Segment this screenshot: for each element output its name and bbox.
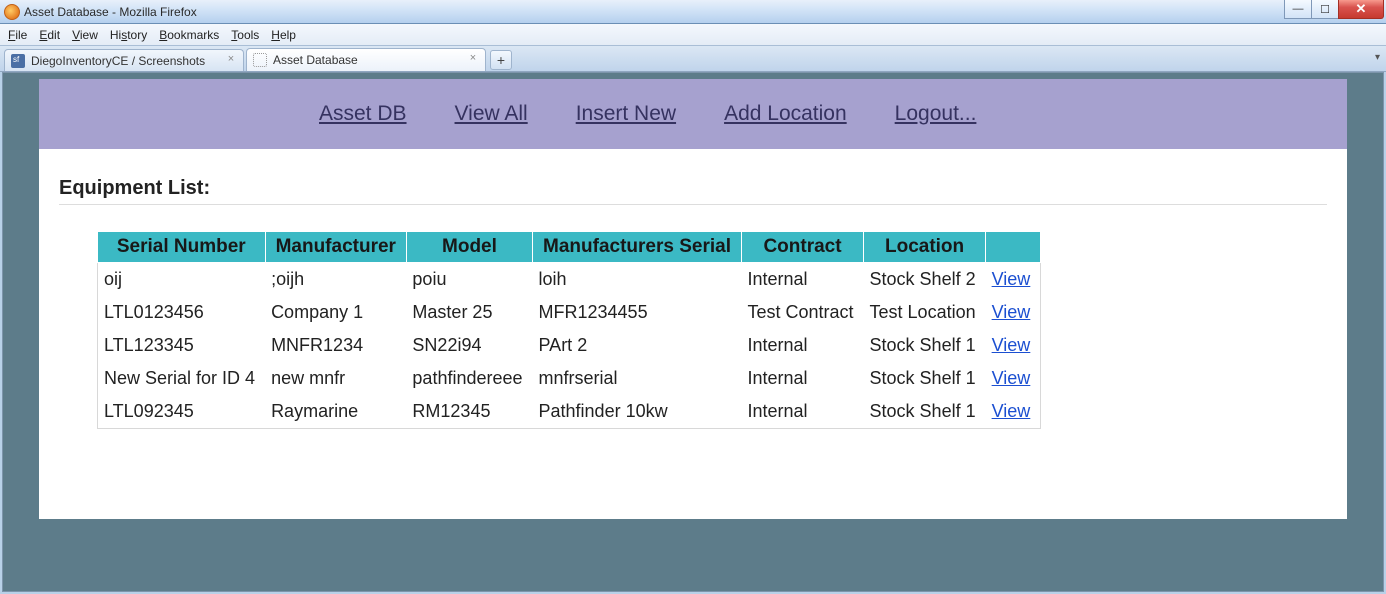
cell-model: Master 25: [406, 296, 532, 329]
tabbar: DiegoInventoryCE / Screenshots × Asset D…: [0, 46, 1386, 72]
blank-page-icon: [253, 53, 267, 67]
cell-serial: LTL092345: [98, 395, 266, 429]
col-mfr-serial: Manufacturers Serial: [533, 232, 742, 263]
cell-view: View: [986, 395, 1041, 429]
cell-mfr: Raymarine: [265, 395, 406, 429]
nav-insert-new[interactable]: Insert New: [576, 102, 676, 126]
cell-mfr: ;oijh: [265, 263, 406, 297]
content-area: Equipment List: Serial Number Manufactur…: [39, 149, 1347, 519]
table-row: LTL092345 Raymarine RM12345 Pathfinder 1…: [98, 395, 1041, 429]
col-serial: Serial Number: [98, 232, 266, 263]
cell-location: Stock Shelf 1: [864, 362, 986, 395]
table-row: New Serial for ID 4 new mnfr pathfindere…: [98, 362, 1041, 395]
tab-asset-database[interactable]: Asset Database ×: [246, 48, 486, 71]
cell-mserial: MFR1234455: [533, 296, 742, 329]
menu-history[interactable]: History: [110, 28, 147, 42]
sourceforge-icon: [11, 54, 25, 68]
cell-serial: New Serial for ID 4: [98, 362, 266, 395]
cell-view: View: [986, 362, 1041, 395]
table-row: LTL0123456 Company 1 Master 25 MFR123445…: [98, 296, 1041, 329]
tab-close-icon[interactable]: ×: [467, 53, 479, 65]
page: Asset DB View All Insert New Add Locatio…: [9, 79, 1377, 585]
view-link[interactable]: View: [992, 302, 1031, 322]
col-manufacturer: Manufacturer: [265, 232, 406, 263]
window-titlebar: Asset Database - Mozilla Firefox — ☐ ✕: [0, 0, 1386, 24]
top-nav: Asset DB View All Insert New Add Locatio…: [39, 79, 1347, 149]
menubar: File Edit View History Bookmarks Tools H…: [0, 24, 1386, 46]
menu-tools[interactable]: Tools: [231, 28, 259, 42]
cell-view: View: [986, 296, 1041, 329]
view-link[interactable]: View: [992, 368, 1031, 388]
view-link[interactable]: View: [992, 269, 1031, 289]
window-controls: — ☐ ✕: [1285, 0, 1384, 19]
nav-asset-db[interactable]: Asset DB: [319, 102, 407, 126]
nav-add-location[interactable]: Add Location: [724, 102, 847, 126]
cell-location: Stock Shelf 1: [864, 395, 986, 429]
cell-contract: Internal: [741, 362, 863, 395]
maximize-button[interactable]: ☐: [1311, 0, 1339, 19]
cell-contract: Internal: [741, 395, 863, 429]
view-link[interactable]: View: [992, 335, 1031, 355]
cell-model: pathfindereee: [406, 362, 532, 395]
tab-label: Asset Database: [273, 53, 358, 67]
cell-mfr: new mnfr: [265, 362, 406, 395]
cell-mserial: mnfrserial: [533, 362, 742, 395]
view-link[interactable]: View: [992, 401, 1031, 421]
cell-mfr: MNFR1234: [265, 329, 406, 362]
browser-viewport: Asset DB View All Insert New Add Locatio…: [2, 72, 1384, 592]
table-row: oij ;oijh poiu loih Internal Stock Shelf…: [98, 263, 1041, 297]
cell-serial: LTL123345: [98, 329, 266, 362]
menu-bookmarks[interactable]: Bookmarks: [159, 28, 219, 42]
col-location: Location: [864, 232, 986, 263]
table-row: LTL123345 MNFR1234 SN22i94 PArt 2 Intern…: [98, 329, 1041, 362]
menu-file[interactable]: File: [8, 28, 27, 42]
col-model: Model: [406, 232, 532, 263]
cell-mserial: loih: [533, 263, 742, 297]
cell-location: Stock Shelf 1: [864, 329, 986, 362]
menu-view[interactable]: View: [72, 28, 98, 42]
new-tab-button[interactable]: +: [490, 50, 512, 70]
cell-model: poiu: [406, 263, 532, 297]
table-header-row: Serial Number Manufacturer Model Manufac…: [98, 232, 1041, 263]
col-contract: Contract: [741, 232, 863, 263]
cell-contract: Internal: [741, 329, 863, 362]
cell-contract: Internal: [741, 263, 863, 297]
close-button[interactable]: ✕: [1338, 0, 1384, 19]
cell-serial: oij: [98, 263, 266, 297]
cell-mserial: Pathfinder 10kw: [533, 395, 742, 429]
cell-mfr: Company 1: [265, 296, 406, 329]
cell-location: Stock Shelf 2: [864, 263, 986, 297]
menu-edit[interactable]: Edit: [39, 28, 60, 42]
tab-close-icon[interactable]: ×: [225, 54, 237, 66]
page-inner: Asset DB View All Insert New Add Locatio…: [39, 79, 1347, 519]
firefox-icon: [4, 4, 20, 20]
cell-view: View: [986, 263, 1041, 297]
nav-view-all[interactable]: View All: [455, 102, 528, 126]
equipment-table: Serial Number Manufacturer Model Manufac…: [97, 231, 1041, 429]
cell-contract: Test Contract: [741, 296, 863, 329]
page-heading: Equipment List:: [59, 177, 1327, 205]
cell-mserial: PArt 2: [533, 329, 742, 362]
cell-model: RM12345: [406, 395, 532, 429]
window-title: Asset Database - Mozilla Firefox: [24, 5, 197, 19]
minimize-button[interactable]: —: [1284, 0, 1312, 19]
menu-help[interactable]: Help: [271, 28, 296, 42]
nav-logout[interactable]: Logout...: [895, 102, 977, 126]
cell-view: View: [986, 329, 1041, 362]
tab-diegoinventoryce[interactable]: DiegoInventoryCE / Screenshots ×: [4, 49, 244, 71]
cell-model: SN22i94: [406, 329, 532, 362]
tab-label: DiegoInventoryCE / Screenshots: [31, 54, 205, 68]
cell-serial: LTL0123456: [98, 296, 266, 329]
tabs-dropdown-icon[interactable]: ▾: [1375, 52, 1380, 63]
cell-location: Test Location: [864, 296, 986, 329]
col-actions: [986, 232, 1041, 263]
